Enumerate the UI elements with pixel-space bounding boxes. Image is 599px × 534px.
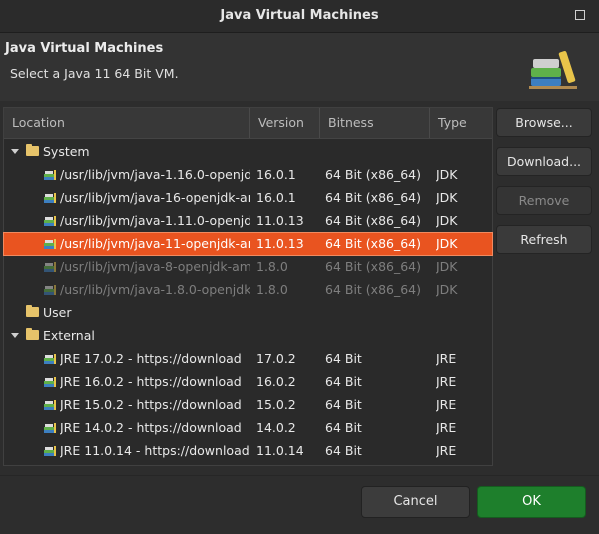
remove-button[interactable]: Remove bbox=[496, 186, 592, 215]
window-title: Java Virtual Machines bbox=[220, 8, 379, 23]
bitness-cell: 64 Bit bbox=[325, 443, 362, 458]
jvm-icon bbox=[44, 239, 56, 249]
bitness-cell: 64 Bit bbox=[325, 397, 362, 412]
location-cell: /usr/lib/jvm/java-8-openjdk-amd64 bbox=[60, 259, 250, 274]
version-cell: 11.0.13 bbox=[256, 236, 304, 251]
bitness-cell: 64 Bit bbox=[325, 374, 362, 389]
expand-arrow-icon[interactable] bbox=[11, 149, 19, 154]
location-cell: /usr/lib/jvm/java-1.11.0-openjdk bbox=[60, 213, 250, 228]
version-cell: 16.0.1 bbox=[256, 190, 296, 205]
header-message: Select a Java 11 64 Bit VM. bbox=[10, 66, 179, 81]
table-header: Location Version Bitness Type bbox=[4, 108, 492, 139]
jvm-icon bbox=[44, 285, 56, 295]
folder-icon bbox=[26, 328, 39, 340]
version-cell: 15.0.2 bbox=[256, 397, 296, 412]
location-cell: JRE 11.0.14 - https://download bbox=[60, 443, 250, 458]
header-title: Java Virtual Machines bbox=[5, 41, 164, 56]
jvm-icon bbox=[44, 262, 56, 272]
group-label: System bbox=[43, 144, 90, 159]
type-cell: JDK bbox=[436, 213, 458, 228]
table-row[interactable]: JRE 16.0.2 - https://download 16.0.2 64 … bbox=[4, 371, 492, 393]
location-cell: /usr/lib/jvm/java-16-openjdk-amd64 bbox=[60, 190, 250, 205]
tree-group-user[interactable]: User bbox=[4, 302, 492, 324]
table-row[interactable]: JRE 11.0.14 - https://download 11.0.14 6… bbox=[4, 440, 492, 462]
folder-icon bbox=[26, 144, 39, 156]
column-header-type[interactable]: Type bbox=[430, 108, 492, 138]
bitness-cell: 64 Bit (x86_64) bbox=[325, 167, 422, 182]
jvm-icon bbox=[44, 216, 56, 226]
jvm-icon bbox=[44, 354, 56, 364]
version-cell: 14.0.2 bbox=[256, 420, 296, 435]
bitness-cell: 64 Bit (x86_64) bbox=[325, 236, 422, 251]
tree-group-external[interactable]: External bbox=[4, 325, 492, 347]
version-cell: 16.0.2 bbox=[256, 374, 296, 389]
type-cell: JRE bbox=[436, 443, 457, 458]
group-label: External bbox=[43, 328, 95, 343]
table-row[interactable]: /usr/lib/jvm/java-1.8.0-openjdk 1.8.0 64… bbox=[4, 279, 492, 301]
table-row[interactable]: JRE 17.0.2 - https://download 17.0.2 64 … bbox=[4, 348, 492, 370]
jvm-icon bbox=[44, 377, 56, 387]
ok-button[interactable]: OK bbox=[477, 486, 586, 518]
location-cell: JRE 15.0.2 - https://download bbox=[60, 397, 242, 412]
table-row-selected[interactable]: /usr/lib/jvm/java-11-openjdk-amd64 11.0.… bbox=[3, 232, 493, 256]
refresh-button[interactable]: Refresh bbox=[496, 225, 592, 254]
type-cell: JRE bbox=[436, 351, 457, 366]
bitness-cell: 64 Bit (x86_64) bbox=[325, 259, 422, 274]
type-cell: JRE bbox=[436, 374, 457, 389]
type-cell: JDK bbox=[436, 236, 458, 251]
location-cell: JRE 14.0.2 - https://download bbox=[60, 420, 242, 435]
version-cell: 11.0.14 bbox=[256, 443, 304, 458]
location-cell: /usr/lib/jvm/java-1.16.0-openjdk bbox=[60, 167, 250, 182]
version-cell: 17.0.2 bbox=[256, 351, 296, 366]
jvm-icon bbox=[44, 170, 56, 180]
version-cell: 1.8.0 bbox=[256, 282, 288, 297]
version-cell: 1.8.0 bbox=[256, 259, 288, 274]
bitness-cell: 64 Bit (x86_64) bbox=[325, 190, 422, 205]
table-row[interactable]: JRE 14.0.2 - https://download 14.0.2 64 … bbox=[4, 417, 492, 439]
jvm-icon bbox=[44, 423, 56, 433]
jvm-icon bbox=[44, 446, 56, 456]
bitness-cell: 64 Bit bbox=[325, 351, 362, 366]
jvm-table[interactable]: Location Version Bitness Type System /us… bbox=[3, 107, 493, 466]
type-cell: JDK bbox=[436, 282, 458, 297]
expand-arrow-icon[interactable] bbox=[11, 333, 19, 338]
bookshelf-icon bbox=[529, 51, 577, 89]
cancel-button[interactable]: Cancel bbox=[361, 486, 470, 518]
dialog-header: Java Virtual Machines Select a Java 11 6… bbox=[0, 33, 599, 101]
location-cell: JRE 17.0.2 - https://download bbox=[60, 351, 242, 366]
tree-group-system[interactable]: System bbox=[4, 141, 492, 163]
download-button[interactable]: Download... bbox=[496, 147, 592, 176]
folder-icon bbox=[26, 305, 39, 317]
browse-button[interactable]: Browse... bbox=[496, 108, 592, 137]
type-cell: JRE bbox=[436, 397, 457, 412]
type-cell: JDK bbox=[436, 167, 458, 182]
location-cell: /usr/lib/jvm/java-11-openjdk-amd64 bbox=[60, 236, 250, 251]
table-row[interactable]: /usr/lib/jvm/java-16-openjdk-amd64 16.0.… bbox=[4, 187, 492, 209]
version-cell: 11.0.13 bbox=[256, 213, 304, 228]
column-header-bitness[interactable]: Bitness bbox=[320, 108, 430, 138]
group-label: User bbox=[43, 305, 72, 320]
bitness-cell: 64 Bit (x86_64) bbox=[325, 213, 422, 228]
title-bar: Java Virtual Machines bbox=[0, 0, 599, 33]
table-row[interactable]: /usr/lib/jvm/java-1.11.0-openjdk 11.0.13… bbox=[4, 210, 492, 232]
maximize-icon[interactable] bbox=[575, 10, 585, 20]
column-header-location[interactable]: Location bbox=[4, 108, 250, 138]
table-row[interactable]: /usr/lib/jvm/java-8-openjdk-amd64 1.8.0 … bbox=[4, 256, 492, 278]
bitness-cell: 64 Bit bbox=[325, 420, 362, 435]
jvm-icon bbox=[44, 400, 56, 410]
type-cell: JDK bbox=[436, 190, 458, 205]
location-cell: /usr/lib/jvm/java-1.8.0-openjdk bbox=[60, 282, 250, 297]
jvm-icon bbox=[44, 193, 56, 203]
table-row[interactable]: JRE 15.0.2 - https://download 15.0.2 64 … bbox=[4, 394, 492, 416]
type-cell: JRE bbox=[436, 420, 457, 435]
type-cell: JDK bbox=[436, 259, 458, 274]
location-cell: JRE 16.0.2 - https://download bbox=[60, 374, 242, 389]
table-row[interactable]: /usr/lib/jvm/java-1.16.0-openjdk 16.0.1 … bbox=[4, 164, 492, 186]
version-cell: 16.0.1 bbox=[256, 167, 296, 182]
column-header-version[interactable]: Version bbox=[250, 108, 320, 138]
bitness-cell: 64 Bit (x86_64) bbox=[325, 282, 422, 297]
footer-divider bbox=[0, 475, 599, 476]
